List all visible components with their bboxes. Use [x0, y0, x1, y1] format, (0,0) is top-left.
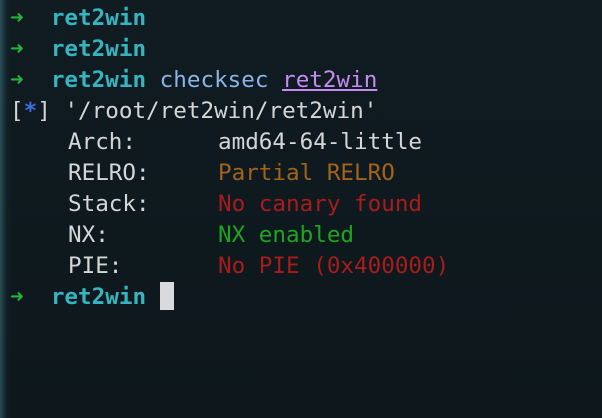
prompt-line-current[interactable]: ➜ ret2win — [10, 282, 602, 313]
row-key: Stack: — [68, 191, 150, 217]
prompt-arrow-icon: ➜ — [10, 67, 24, 93]
prompt-line: ➜ ret2win — [10, 3, 602, 34]
row-key: RELRO: — [68, 160, 150, 186]
terminal-window[interactable]: ➜ ret2win ➜ ret2win ➜ ret2win checksec r… — [10, 3, 602, 313]
checksec-row: NX: NX enabled — [10, 220, 602, 251]
command-name: checksec — [159, 67, 269, 93]
prompt-arrow-icon: ➜ — [10, 5, 24, 31]
row-value: amd64-64-little — [218, 129, 423, 155]
row-key: PIE: — [68, 253, 123, 279]
row-value: No PIE (0x400000) — [218, 253, 450, 279]
command-argument[interactable]: ret2win — [282, 67, 377, 93]
prompt-cwd: ret2win — [50, 36, 147, 62]
info-star-icon: * — [23, 98, 38, 124]
output-header: [*] '/root/ret2win/ret2win' — [10, 96, 602, 127]
file-path: '/root/ret2win/ret2win' — [64, 98, 378, 124]
row-key: Arch: — [68, 129, 137, 155]
checksec-row: Arch: amd64-64-little — [10, 127, 602, 158]
prompt-arrow-icon: ➜ — [10, 36, 24, 62]
checksec-row: Stack: No canary found — [10, 189, 602, 220]
prompt-line: ➜ ret2win — [10, 34, 602, 65]
prompt-cwd: ret2win — [50, 67, 147, 93]
checksec-row: RELRO: Partial RELRO — [10, 158, 602, 189]
command-line: ➜ ret2win checksec ret2win — [10, 65, 602, 96]
row-value: NX enabled — [218, 222, 355, 248]
checksec-row: PIE: No PIE (0x400000) — [10, 251, 602, 282]
row-value: Partial RELRO — [218, 160, 395, 186]
marker-open: [ — [10, 98, 24, 124]
row-key: NX: — [68, 222, 109, 248]
prompt-cwd: ret2win — [50, 5, 147, 31]
row-value: No canary found — [218, 191, 423, 217]
prompt-arrow-icon: ➜ — [10, 284, 24, 310]
prompt-cwd: ret2win — [50, 284, 147, 310]
text-cursor[interactable] — [159, 282, 174, 310]
marker-close: ] — [37, 98, 51, 124]
